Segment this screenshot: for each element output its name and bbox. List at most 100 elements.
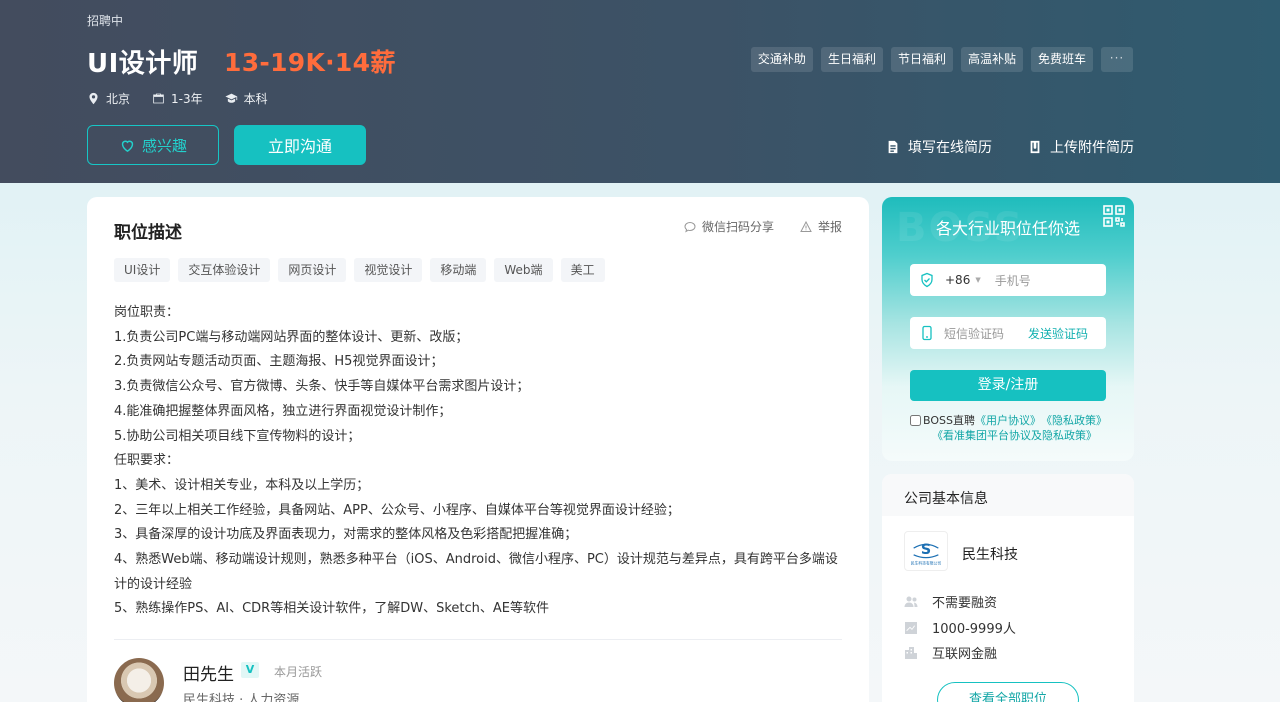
skill-tag: 视觉设计	[354, 258, 423, 282]
experience-text: 1-3年	[171, 92, 203, 106]
description-line: 5、熟练操作PS、AI、CDR等相关设计软件，了解DW、Sketch、AE等软件	[114, 601, 549, 617]
industry-text: 互联网金融	[932, 647, 998, 662]
skill-tag: 网页设计	[278, 258, 347, 282]
location-text: 北京	[106, 92, 131, 106]
welfare-tag: 高温补贴	[960, 47, 1023, 72]
skill-tag: Web端	[494, 258, 553, 282]
welfare-tag: 生日福利	[820, 47, 883, 72]
resume-links: 填写在线简历 上传附件简历	[886, 137, 1134, 157]
mobile-phone-icon	[922, 325, 932, 341]
report-button[interactable]: 举报	[800, 218, 842, 235]
chat-bubble-icon	[684, 221, 696, 233]
privacy-policy-link[interactable]: 《隐私政策》	[1041, 413, 1107, 428]
description-line: 3、具备深厚的设计功底及界面表现力，对需求的整体风格及色彩搭配把握准确；	[114, 527, 578, 543]
description-line: 任职要求：	[114, 453, 180, 469]
country-code-select[interactable]: +86	[945, 273, 970, 287]
company-section-title: 公司基本信息	[904, 491, 988, 507]
interest-button[interactable]: 感兴趣	[87, 125, 219, 165]
briefcase-icon	[153, 93, 164, 104]
view-all-jobs-button[interactable]: 查看全部职位	[937, 682, 1079, 702]
description-line: 4、熟悉Web端、移动端设计规则，熟悉多种平台（iOS、Android、微信小程…	[114, 552, 838, 592]
phone-input[interactable]: 手机号	[995, 272, 1031, 289]
education-text: 本科	[243, 92, 268, 106]
company-card-header: 公司基本信息	[882, 474, 1134, 516]
upload-resume-link[interactable]: 上传附件简历	[1028, 137, 1134, 157]
description-line: 2、三年以上相关工作经验，具备网站、APP、公众号、小程序、自媒体平台等视觉界面…	[114, 502, 680, 518]
heart-icon	[121, 140, 134, 152]
login-title: 各大行业职位任你选	[935, 219, 1080, 238]
agreement-row: BOSS直聘 《用户协议》 《隐私政策》	[910, 413, 1120, 428]
funding-text: 不需要融资	[932, 596, 998, 611]
report-label: 举报	[817, 220, 842, 234]
company-industry: 互联网金融	[904, 643, 997, 662]
description-line: 3.负责微信公众号、官方微博、头条、快手等自媒体平台需求图片设计；	[114, 379, 530, 395]
shield-check-icon	[921, 272, 933, 288]
agreement: BOSS直聘 《用户协议》 《隐私政策》 《看准集团平台协议及隐私政策》	[910, 413, 1120, 443]
wechat-share-button[interactable]: 微信扫码分享	[684, 218, 774, 235]
card-actions: 微信扫码分享 举报	[684, 218, 842, 235]
online-resume-link[interactable]: 填写在线简历	[886, 137, 992, 157]
company-info-card: 公司基本信息 S 民生科技有限公司 民生科技 不需要融资 1000-9999人 …	[882, 474, 1134, 702]
job-title: UI设计师	[87, 49, 199, 79]
interest-label: 感兴趣	[141, 136, 187, 155]
warning-icon	[800, 220, 812, 232]
job-meta: 北京 1-3年 本科	[87, 90, 268, 107]
agreement-row-2: 《看准集团平台协议及隐私政策》	[910, 428, 1120, 443]
code-field[interactable]: 短信验证码 发送验证码	[910, 317, 1106, 349]
document-icon	[888, 140, 898, 154]
graduation-cap-icon	[225, 93, 237, 103]
skill-tag: UI设计	[114, 258, 171, 282]
agreement-checkbox[interactable]	[910, 415, 921, 426]
welfare-tag: 交通补助	[750, 47, 813, 72]
wechat-share-label: 微信扫码分享	[701, 220, 774, 234]
salary: 13-19K·14薪	[224, 48, 396, 77]
description-line: 2.负责网站专题活动页面、主题海报、H5视觉界面设计；	[114, 354, 444, 370]
description-line: 4.能准确把握整体界面风格，独立进行界面视觉设计制作；	[114, 403, 452, 419]
chevron-down-icon: ▼	[975, 276, 981, 284]
job-description-card: 职位描述 微信扫码分享 举报 UI设计 交互体验设计 网页设计 视觉设计 移动端…	[87, 197, 869, 702]
description-line: 岗位职责：	[114, 305, 180, 320]
size-text: 1000-9999人	[932, 622, 1016, 637]
job-header: 招聘中 UI设计师 13-19K·14薪 北京 1-3年 本科 交通补助 生日福…	[0, 0, 1280, 183]
location-pin-icon	[89, 92, 98, 105]
qr-code-icon[interactable]	[1102, 204, 1126, 228]
company-size: 1000-9999人	[904, 618, 1016, 637]
skill-tag: 移动端	[430, 258, 487, 282]
recruiter-active-status: 本月活跃	[274, 665, 323, 679]
welfare-tag: 免费班车	[1030, 47, 1093, 72]
send-code-button[interactable]: 发送验证码	[1028, 325, 1088, 342]
upload-file-icon	[1030, 140, 1040, 154]
people-icon	[904, 596, 918, 607]
company-funding: 不需要融资	[904, 592, 997, 611]
welfare-more-button[interactable]: ···	[1101, 47, 1133, 72]
description-line: 1.负责公司PC端与移动端网站界面的整体设计、更新、改版；	[114, 329, 469, 345]
section-title: 职位描述	[114, 223, 182, 243]
job-description: 岗位职责： 1.负责公司PC端与移动端网站界面的整体设计、更新、改版； 2.负责…	[114, 301, 846, 622]
description-line: 1、美术、设计相关专业，本科及以上学历；	[114, 477, 370, 493]
recruiter-name: 田先生	[183, 665, 234, 685]
welfare-tag: 节日福利	[890, 47, 953, 72]
phone-field[interactable]: +86 ▼ 手机号	[910, 264, 1106, 296]
company-logo-caption: 民生科技有限公司	[911, 560, 942, 565]
company-name[interactable]: 民生科技	[962, 544, 1018, 564]
skill-tags: UI设计 交互体验设计 网页设计 视觉设计 移动端 Web端 美工	[114, 258, 605, 282]
group-policy-link[interactable]: 《看准集团平台协议及隐私政策》	[932, 429, 1097, 442]
recruiter-company-title: 民生科技 · 人力资源	[183, 693, 300, 702]
login-register-button[interactable]: 登录/注册	[910, 370, 1106, 401]
company-logo[interactable]: S 民生科技有限公司	[904, 531, 948, 571]
experience-meta: 1-3年	[152, 90, 203, 107]
education-meta: 本科	[225, 90, 268, 107]
user-agreement-link[interactable]: 《用户协议》	[975, 413, 1041, 428]
chat-now-button[interactable]: 立即沟通	[234, 125, 366, 165]
chart-icon	[905, 621, 917, 634]
recruiter-avatar	[114, 658, 164, 702]
upload-resume-label: 上传附件简历	[1050, 140, 1134, 156]
sms-code-input[interactable]: 短信验证码	[944, 325, 1004, 342]
online-resume-label: 填写在线简历	[908, 140, 992, 156]
login-card: BOSS 各大行业职位任你选 +86 ▼ 手机号 短信验证码 发送验证码 登录/…	[882, 197, 1134, 461]
welfare-tags: 交通补助 生日福利 节日福利 高温补贴 免费班车 ···	[750, 47, 1133, 72]
divider	[114, 639, 842, 640]
job-status: 招聘中	[87, 14, 124, 28]
skill-tag: 交互体验设计	[178, 258, 271, 282]
location-meta: 北京	[87, 90, 130, 107]
